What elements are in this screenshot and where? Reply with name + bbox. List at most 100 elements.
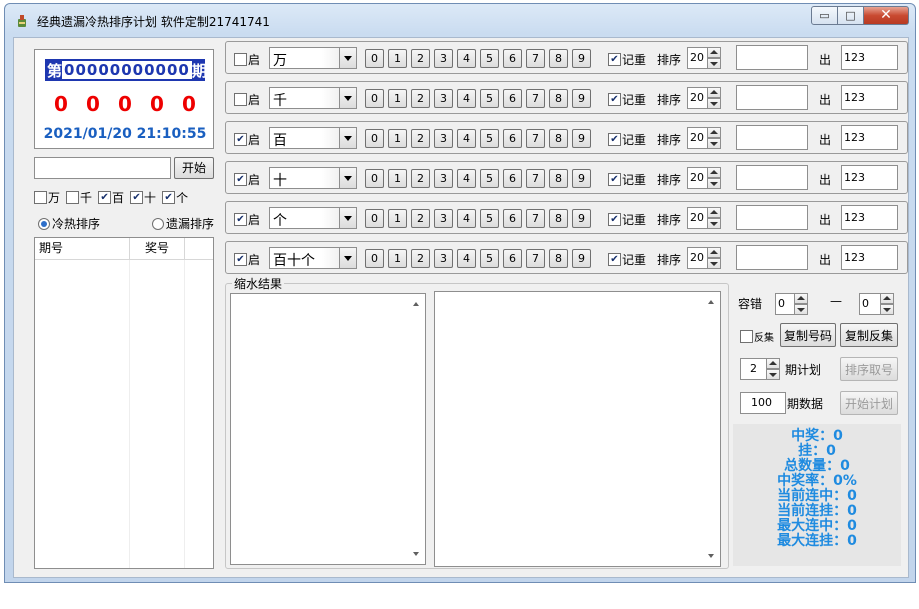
enable-checkbox[interactable]: 启: [234, 171, 260, 188]
memory-checkbox[interactable]: 记重: [608, 211, 646, 228]
digit-button[interactable]: 1: [388, 49, 407, 68]
spin-down-icon[interactable]: [766, 369, 780, 380]
history-list[interactable]: 期号 奖号: [34, 237, 214, 569]
digit-button[interactable]: 6: [503, 209, 522, 228]
radio-dot[interactable]: [38, 217, 50, 230]
digit-button[interactable]: 8: [549, 49, 568, 68]
digit-button[interactable]: 4: [457, 249, 476, 268]
start-button[interactable]: 开始: [174, 157, 214, 179]
radio-dot[interactable]: [151, 217, 164, 230]
digit-button[interactable]: 2: [411, 209, 430, 228]
checkbox[interactable]: [34, 191, 47, 204]
search-input[interactable]: [34, 157, 171, 179]
radio-hot-cold-sort[interactable]: 冷热排序: [38, 215, 100, 232]
scroll-up-icon[interactable]: [708, 300, 714, 304]
results-detail[interactable]: [434, 291, 721, 567]
enable-checkbox[interactable]: 启: [234, 251, 260, 268]
digit-button[interactable]: 6: [503, 49, 522, 68]
memory-checkbox[interactable]: 记重: [608, 91, 646, 108]
spinner-buttons[interactable]: [880, 293, 894, 315]
digit-button[interactable]: 7: [526, 169, 545, 188]
out-value-input[interactable]: 123: [841, 245, 898, 270]
chevron-down-icon[interactable]: [339, 48, 356, 68]
checkbox[interactable]: [608, 133, 621, 146]
digit-button[interactable]: 4: [457, 129, 476, 148]
digit-button[interactable]: 0: [365, 129, 384, 148]
chevron-down-icon[interactable]: [339, 248, 356, 268]
spin-down-icon[interactable]: [707, 218, 721, 229]
spin-up-icon[interactable]: [766, 358, 780, 369]
position-check-ge[interactable]: 个: [162, 189, 188, 206]
chevron-down-icon[interactable]: [339, 88, 356, 108]
digit-button[interactable]: 0: [365, 89, 384, 108]
maximize-button[interactable]: □: [838, 6, 864, 25]
digit-button[interactable]: 5: [480, 89, 499, 108]
chevron-down-icon[interactable]: [339, 128, 356, 148]
checkbox[interactable]: [608, 253, 621, 266]
digit-button[interactable]: 6: [503, 89, 522, 108]
enable-checkbox[interactable]: 启: [234, 91, 260, 108]
checkbox[interactable]: [608, 53, 621, 66]
spinner-buttons[interactable]: [794, 293, 808, 315]
start-plan-button[interactable]: 开始计划: [840, 391, 898, 415]
row-result-input[interactable]: [736, 165, 808, 190]
digit-button[interactable]: 9: [572, 169, 591, 188]
checkbox[interactable]: [234, 133, 247, 146]
checkbox[interactable]: [234, 53, 247, 66]
digit-button[interactable]: 3: [434, 169, 453, 188]
digit-button[interactable]: 2: [411, 169, 430, 188]
checkbox[interactable]: [608, 173, 621, 186]
position-select[interactable]: 十: [269, 167, 357, 189]
position-check-shi[interactable]: 十: [130, 189, 156, 206]
scroll-down-icon[interactable]: [708, 554, 714, 558]
digit-button[interactable]: 7: [526, 89, 545, 108]
enable-checkbox[interactable]: 启: [234, 211, 260, 228]
tolerance-from-spinner[interactable]: 0: [775, 293, 808, 315]
sort-count-spinner[interactable]: 20: [687, 247, 721, 269]
checkbox[interactable]: [98, 191, 112, 204]
col-header-issue[interactable]: 期号: [35, 238, 130, 259]
digit-button[interactable]: 3: [434, 49, 453, 68]
memory-checkbox[interactable]: 记重: [608, 251, 646, 268]
digit-button[interactable]: 6: [503, 169, 522, 188]
plan-periods-spinner[interactable]: 2: [740, 358, 780, 380]
digit-button[interactable]: 8: [549, 209, 568, 228]
digit-button[interactable]: 2: [411, 129, 430, 148]
digit-button[interactable]: 9: [572, 129, 591, 148]
digit-button[interactable]: 5: [480, 209, 499, 228]
digit-button[interactable]: 7: [526, 49, 545, 68]
checkbox[interactable]: [130, 191, 144, 204]
position-select[interactable]: 百: [269, 127, 357, 149]
scroll-down-icon[interactable]: [413, 552, 419, 556]
digit-button[interactable]: 9: [572, 249, 591, 268]
digit-button[interactable]: 5: [480, 49, 499, 68]
checkbox[interactable]: [608, 93, 621, 106]
digit-button[interactable]: 8: [549, 249, 568, 268]
spin-down-icon[interactable]: [880, 304, 894, 315]
digit-button[interactable]: 1: [388, 129, 407, 148]
spinner-buttons[interactable]: [707, 247, 721, 269]
spin-up-icon[interactable]: [707, 207, 721, 218]
digit-button[interactable]: 7: [526, 249, 545, 268]
sort-count-spinner[interactable]: 20: [687, 167, 721, 189]
spinner-buttons[interactable]: [707, 87, 721, 109]
results-list[interactable]: [230, 293, 426, 565]
checkbox[interactable]: [66, 191, 80, 204]
spin-up-icon[interactable]: [707, 87, 721, 98]
digit-button[interactable]: 1: [388, 209, 407, 228]
checkbox[interactable]: [234, 213, 247, 226]
digit-button[interactable]: 7: [526, 129, 545, 148]
digit-button[interactable]: 2: [411, 49, 430, 68]
out-value-input[interactable]: 123: [841, 45, 898, 70]
sort-take-button[interactable]: 排序取号: [840, 357, 898, 381]
sort-count-spinner[interactable]: 20: [687, 87, 721, 109]
spin-up-icon[interactable]: [707, 167, 721, 178]
sort-count-spinner[interactable]: 20: [687, 207, 721, 229]
digit-button[interactable]: 1: [388, 169, 407, 188]
out-value-input[interactable]: 123: [841, 205, 898, 230]
digit-button[interactable]: 3: [434, 209, 453, 228]
digit-button[interactable]: 8: [549, 129, 568, 148]
digit-button[interactable]: 9: [572, 89, 591, 108]
checkbox[interactable]: [608, 213, 621, 226]
row-result-input[interactable]: [736, 85, 808, 110]
